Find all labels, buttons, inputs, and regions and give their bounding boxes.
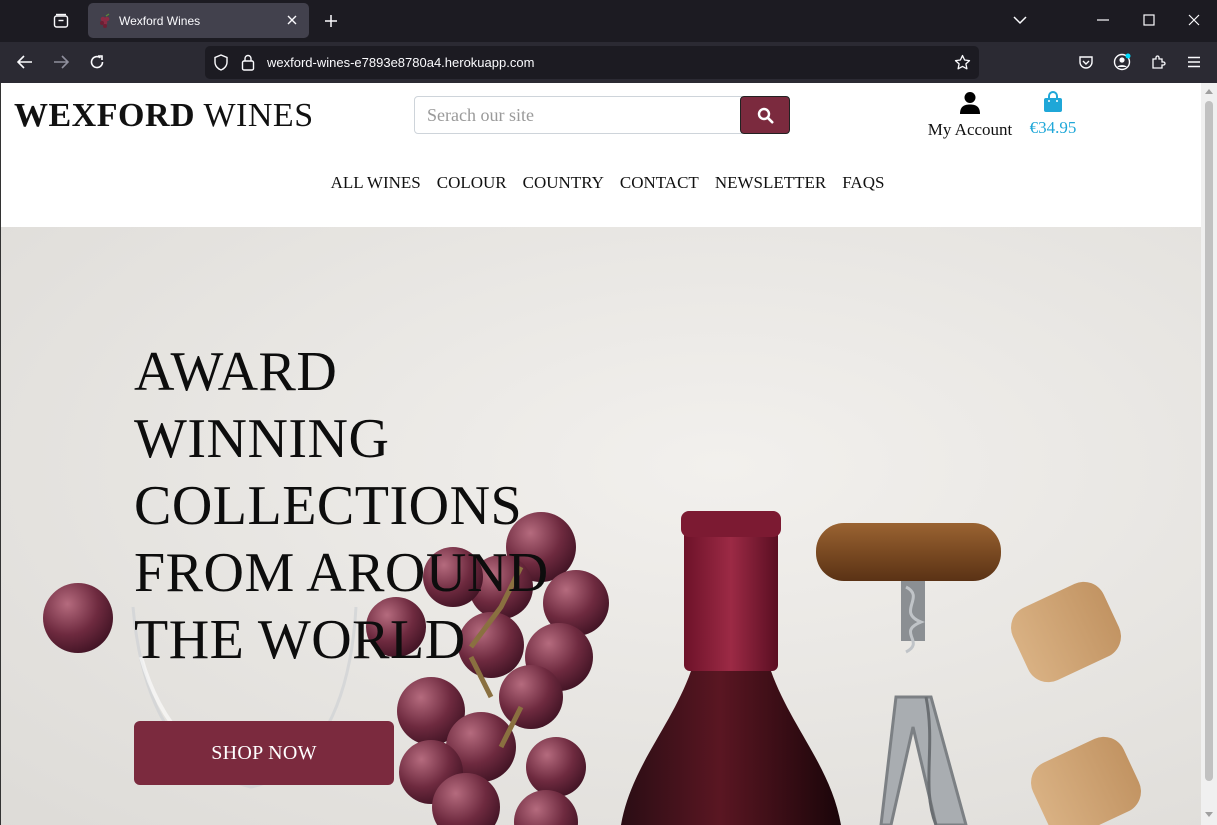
- my-account-link[interactable]: My Account: [923, 91, 1017, 140]
- pocket-icon[interactable]: [1071, 48, 1101, 76]
- nav-contact[interactable]: CONTACT: [612, 173, 707, 193]
- search-input[interactable]: [414, 96, 742, 134]
- browser-toolbar: wexford-wines-e7893e8780a4.herokuapp.com: [0, 42, 1217, 83]
- close-window-icon[interactable]: [1171, 0, 1217, 40]
- nav-country[interactable]: COUNTRY: [515, 173, 612, 193]
- shopping-bag-link[interactable]: €34.95: [1025, 91, 1081, 138]
- nav-all-wines[interactable]: ALL WINES: [323, 173, 429, 193]
- browser-tab-bar: Wexford Wines: [0, 0, 1217, 42]
- maximize-icon[interactable]: [1126, 0, 1172, 40]
- logo-light-text: WINES: [203, 97, 314, 134]
- hero-section: AWARD WINNING COLLECTIONS FROM AROUND TH…: [1, 227, 1201, 825]
- search-button[interactable]: [740, 96, 790, 134]
- chevron-down-icon[interactable]: [997, 0, 1043, 40]
- page-viewport: WEXFORD WINES My Account €34.95 ALL WINE…: [0, 83, 1201, 825]
- my-account-label: My Account: [927, 120, 1013, 139]
- shop-now-button[interactable]: SHOP NOW: [134, 721, 394, 785]
- address-bar[interactable]: wexford-wines-e7893e8780a4.herokuapp.com: [205, 46, 979, 79]
- shield-icon[interactable]: [213, 54, 229, 71]
- extensions-icon[interactable]: [1143, 48, 1173, 76]
- tab-list-icon[interactable]: [44, 6, 78, 36]
- nav-colour[interactable]: COLOUR: [429, 173, 515, 193]
- close-tab-icon[interactable]: [283, 11, 301, 29]
- back-arrow-icon[interactable]: [10, 48, 40, 76]
- account-icon[interactable]: [1107, 48, 1137, 76]
- shopping-bag-icon: [1044, 91, 1062, 112]
- url-text: wexford-wines-e7893e8780a4.herokuapp.com: [267, 55, 535, 70]
- site-logo[interactable]: WEXFORD WINES: [14, 97, 314, 135]
- scroll-down-arrow-icon[interactable]: [1204, 811, 1214, 819]
- bag-total: €34.95: [1029, 118, 1077, 137]
- hero-heading-line: COLLECTIONS: [134, 475, 523, 537]
- main-navigation: ALL WINES COLOUR COUNTRY CONTACT NEWSLET…: [1, 173, 1201, 193]
- scroll-up-arrow-icon[interactable]: [1204, 87, 1214, 95]
- search-icon: [757, 107, 773, 123]
- hero-heading-line: AWARD: [134, 341, 338, 403]
- forward-arrow-icon[interactable]: [46, 48, 76, 76]
- nav-faqs[interactable]: FAQS: [834, 173, 892, 193]
- lock-icon[interactable]: [241, 54, 255, 71]
- hero-heading: AWARD WINNING COLLECTIONS FROM AROUND TH…: [134, 339, 614, 674]
- hero-heading-line: FROM AROUND: [134, 542, 549, 604]
- grapes-favicon-icon: [100, 12, 110, 28]
- hero-heading-line: THE WORLD: [134, 609, 466, 671]
- search-form: [414, 96, 790, 134]
- scrollbar-thumb[interactable]: [1205, 101, 1213, 781]
- page-scrollbar[interactable]: [1201, 83, 1217, 825]
- user-icon: [960, 92, 980, 114]
- tab-title: Wexford Wines: [119, 13, 201, 28]
- reload-icon[interactable]: [82, 48, 112, 76]
- nav-newsletter[interactable]: NEWSLETTER: [707, 173, 834, 193]
- menu-hamburger-icon[interactable]: [1179, 48, 1209, 76]
- logo-bold-text: WEXFORD: [14, 97, 196, 134]
- minimize-icon[interactable]: [1080, 0, 1126, 40]
- new-tab-icon[interactable]: [318, 8, 344, 34]
- browser-tab-active[interactable]: Wexford Wines: [88, 3, 309, 38]
- bookmark-star-icon[interactable]: [954, 54, 971, 71]
- hero-heading-line: WINNING: [134, 408, 390, 470]
